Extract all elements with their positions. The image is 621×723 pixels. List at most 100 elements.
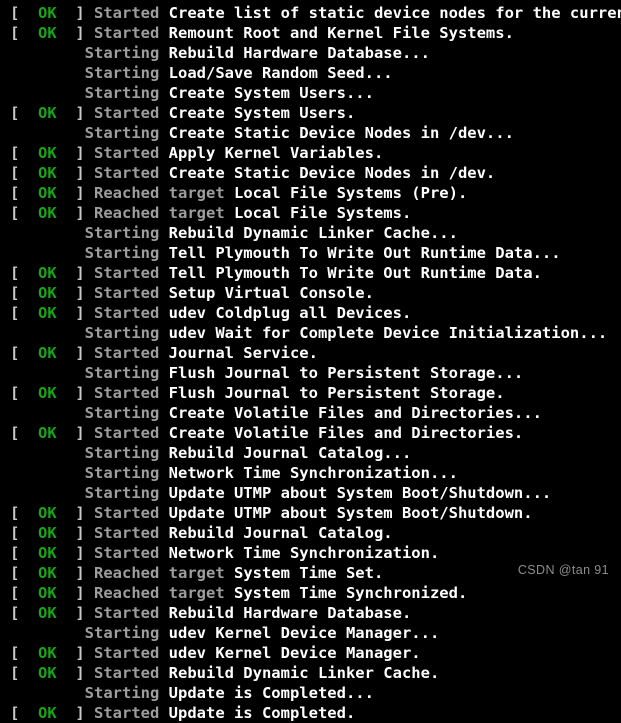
boot-log-line: Starting Rebuild Hardware Database... [0, 43, 621, 63]
boot-console: [ OK ] Started Create list of static dev… [0, 0, 621, 722]
boot-log-line: [ OK ] Started Update is Completed. [0, 703, 621, 723]
log-verb: Starting [84, 404, 169, 422]
boot-log-line: [ OK ] Started Rebuild Dynamic Linker Ca… [0, 663, 621, 683]
status-bracket-close: ] [56, 24, 94, 42]
boot-log-line: [ OK ] Started udev Coldplug all Devices… [0, 303, 621, 323]
boot-log-line: [ OK ] Started Create System Users. [0, 103, 621, 123]
status-badge: OK [38, 304, 57, 322]
log-verb: Starting [84, 84, 169, 102]
boot-log-line: Starting Network Time Synchronization... [0, 463, 621, 483]
boot-log-line: Starting Create System Users... [0, 83, 621, 103]
log-verb: Starting [84, 624, 169, 642]
status-badge: OK [38, 104, 57, 122]
status-bracket-close: ] [56, 284, 94, 302]
boot-log-line: Starting Rebuild Journal Catalog... [0, 443, 621, 463]
log-verb: Starting [84, 684, 169, 702]
log-verb: Started [94, 304, 169, 322]
log-unit-description: Rebuild Journal Catalog... [168, 444, 412, 462]
log-unit-description: Load/Save Random Seed... [168, 64, 393, 82]
log-verb: Started [94, 604, 169, 622]
log-unit-description: Create Static Device Nodes in /dev. [168, 164, 496, 182]
boot-log-line: Starting udev Wait for Complete Device I… [0, 323, 621, 343]
boot-log-line: Starting Update UTMP about System Boot/S… [0, 483, 621, 503]
log-unit-description: Create list of static device nodes for t… [168, 4, 621, 22]
log-verb: Starting [84, 324, 169, 342]
status-bracket-open: [ [10, 184, 38, 202]
log-unit-description: Local File Systems. [233, 204, 412, 222]
status-bracket-open: [ [10, 644, 38, 662]
status-bracket-open: [ [10, 384, 38, 402]
status-badge: OK [38, 664, 57, 682]
log-verb: Starting [84, 444, 169, 462]
log-unit-description: Flush Journal to Persistent Storage. [168, 384, 505, 402]
log-unit-description: Create Volatile Files and Directories. [168, 424, 524, 442]
status-bracket-open: [ [10, 284, 38, 302]
log-verb: Started [94, 704, 169, 722]
status-bracket-close: ] [56, 664, 94, 682]
log-unit-description: Setup Virtual Console. [168, 284, 374, 302]
status-badge: OK [38, 644, 57, 662]
log-verb: Started [94, 24, 169, 42]
status-bracket-close: ] [56, 544, 94, 562]
boot-log-line: Starting Rebuild Dynamic Linker Cache... [0, 223, 621, 243]
log-verb: Starting [84, 364, 169, 382]
boot-log-line: [ OK ] Started Tell Plymouth To Write Ou… [0, 263, 621, 283]
boot-log-line: [ OK ] Started udev Kernel Device Manage… [0, 643, 621, 663]
status-bracket-open: [ [10, 604, 38, 622]
log-verb: Started [94, 144, 169, 162]
status-badge: OK [38, 504, 57, 522]
status-bracket-open: [ [10, 144, 38, 162]
log-unit-description: Tell Plymouth To Write Out Runtime Data.… [168, 244, 561, 262]
log-unit-description: System Time Set. [233, 564, 384, 582]
log-verb: Starting [84, 64, 169, 82]
boot-log-line: [ OK ] Started Create list of static dev… [0, 3, 621, 23]
boot-log-line: [ OK ] Started Create Volatile Files and… [0, 423, 621, 443]
log-verb: Starting [84, 224, 169, 242]
status-bracket-open: [ [10, 344, 38, 362]
status-bracket-close: ] [56, 4, 94, 22]
status-bracket-open: [ [10, 424, 38, 442]
status-bracket-close: ] [56, 704, 94, 722]
log-verb: Started [94, 4, 169, 22]
log-unit-description: Remount Root and Kernel File Systems. [168, 24, 514, 42]
status-badge: OK [38, 544, 57, 562]
status-badge: OK [38, 144, 57, 162]
status-bracket-open: [ [10, 4, 38, 22]
log-verb: Starting [84, 484, 169, 502]
log-unit-description: Rebuild Journal Catalog. [168, 524, 393, 542]
boot-log-line: [ OK ] Started Network Time Synchronizat… [0, 543, 621, 563]
log-unit-description: Rebuild Dynamic Linker Cache... [168, 224, 458, 242]
status-badge: OK [38, 424, 57, 442]
status-bracket-close: ] [56, 204, 94, 222]
status-badge: OK [38, 704, 57, 722]
boot-log-line: Starting Flush Journal to Persistent Sto… [0, 363, 621, 383]
boot-log-line: Starting Load/Save Random Seed... [0, 63, 621, 83]
log-verb: Started [94, 524, 169, 542]
boot-log-line: [ OK ] Started Apply Kernel Variables. [0, 143, 621, 163]
log-verb: Starting [84, 244, 169, 262]
status-bracket-close: ] [56, 644, 94, 662]
log-verb: Reached target [94, 184, 234, 202]
status-bracket-open: [ [10, 204, 38, 222]
status-bracket-close: ] [56, 504, 94, 522]
boot-log-list: [ OK ] Started Create list of static dev… [0, 3, 621, 723]
log-verb: Started [94, 284, 169, 302]
log-unit-description: Update is Completed. [168, 704, 356, 722]
status-badge: OK [38, 164, 57, 182]
log-unit-description: Journal Service. [168, 344, 318, 362]
log-unit-description: Flush Journal to Persistent Storage... [168, 364, 524, 382]
status-badge: OK [38, 184, 57, 202]
log-unit-description: Tell Plymouth To Write Out Runtime Data. [168, 264, 542, 282]
log-unit-description: udev Kernel Device Manager... [168, 624, 440, 642]
log-unit-description: Rebuild Hardware Database. [168, 604, 412, 622]
log-unit-description: Network Time Synchronization. [168, 544, 440, 562]
boot-log-line: Starting Create Static Device Nodes in /… [0, 123, 621, 143]
log-verb: Started [94, 504, 169, 522]
